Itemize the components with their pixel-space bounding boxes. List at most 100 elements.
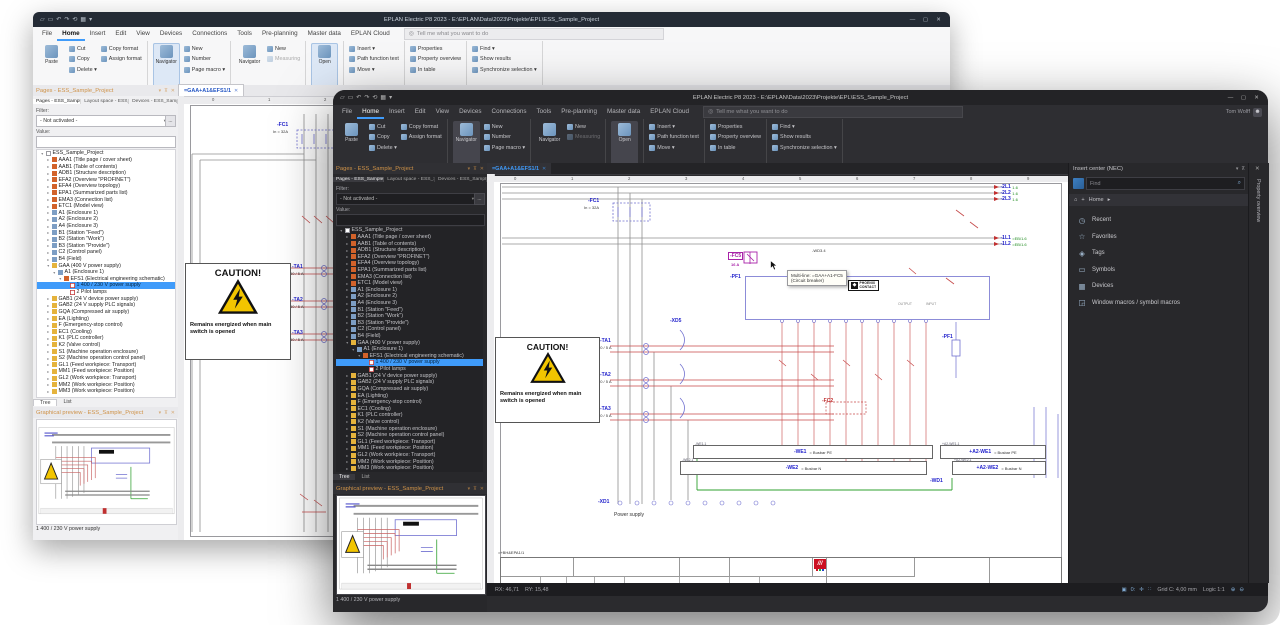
tree-item[interactable]: ▸ K1 (PLC controller) <box>336 412 483 419</box>
tree-item[interactable]: ▸ B3 (Station "Provide") <box>37 243 175 250</box>
save-icon[interactable]: ▭ <box>48 16 54 23</box>
menu-tab[interactable]: Connections <box>187 27 232 41</box>
tree-expander-icon[interactable]: ▸ <box>46 157 51 162</box>
menu-tab[interactable]: Connections <box>487 105 532 119</box>
tree-expander-icon[interactable]: ▸ <box>46 250 51 255</box>
tree-item[interactable]: ▾ EFS1 (Electrical engineering schematic… <box>336 353 483 360</box>
panel-dropdown-icon[interactable]: ▾ <box>159 410 162 416</box>
tree-expander-icon[interactable]: ▸ <box>46 369 51 374</box>
tree-item[interactable]: ▸ ADB1 (Structure description) <box>336 247 483 254</box>
tree-item[interactable]: ▸ S1 (Machine operation enclosure) <box>336 425 483 432</box>
tree-expander-icon[interactable]: ▸ <box>345 327 350 332</box>
ribbon-button-property-overview[interactable]: Property overview <box>410 55 461 65</box>
tree-expander-icon[interactable]: ▸ <box>46 382 51 387</box>
undo-icon[interactable]: ↶ <box>356 94 361 101</box>
tree-expander-icon[interactable]: ▸ <box>345 419 350 424</box>
tree-expander-icon[interactable]: ▸ <box>46 309 51 314</box>
ribbon-button-navigator[interactable]: Navigator <box>536 121 563 164</box>
insert-center-search-input[interactable]: Find ⌕ <box>1086 177 1245 190</box>
tree-item[interactable]: ▸ ADB1 (Structure description) <box>37 170 175 177</box>
tree-expander-icon[interactable]: ▸ <box>46 243 51 248</box>
ribbon-button-copy[interactable]: Copy <box>369 133 397 143</box>
pages-panel-header[interactable]: Pages - ESS_Sample_Project ▾⊼✕ <box>333 163 487 174</box>
tree-item[interactable]: ▸ B1 (Station "Feed") <box>37 229 175 236</box>
tree-expander-icon[interactable]: ▸ <box>345 426 350 431</box>
ribbon-button-insert[interactable]: Insert ▾ <box>649 122 699 132</box>
tree-item[interactable]: ▸ GL1 (Feed workpiece: Transport) <box>336 439 483 446</box>
insert-symbol-icon[interactable]: ▦ <box>80 16 86 23</box>
tree-expander-icon[interactable]: ▾ <box>339 228 344 233</box>
ribbon-button-delete[interactable]: Delete ▾ <box>369 143 397 153</box>
menu-tab[interactable]: Pre-planning <box>556 105 602 119</box>
tree-item[interactable]: ▸ B4 (Field) <box>336 333 483 340</box>
dock-tab[interactable]: Devices - ESS_Sample_... <box>435 177 487 182</box>
tree-item[interactable]: 2 Pilot lamps <box>37 289 175 296</box>
ribbon-button-measuring[interactable]: Measuring <box>567 133 600 143</box>
tree-expander-icon[interactable]: ▸ <box>345 459 350 464</box>
tree-expander-icon[interactable]: ▸ <box>46 362 51 367</box>
tree-expander-icon[interactable]: ▸ <box>46 230 51 235</box>
maximize-icon[interactable]: ▢ <box>919 17 932 23</box>
coordinates-icon[interactable]: ✛ <box>1139 587 1144 593</box>
tree-item[interactable]: ▸ A2 (Enclosure 2) <box>336 293 483 300</box>
dock-tab[interactable]: Layout space - ESS_Sa... <box>81 99 129 104</box>
tree-expander-icon[interactable]: ▸ <box>345 241 350 246</box>
menu-tab[interactable]: Tools <box>232 27 257 41</box>
tree-item[interactable]: ▸ GAB1 (24 V device power supply) <box>37 295 175 302</box>
panel-pin-icon[interactable]: ⊼ <box>164 88 168 94</box>
panel-pin-icon[interactable]: ⊼ <box>164 410 168 416</box>
tree-expander-icon[interactable]: ▸ <box>46 177 51 182</box>
value-input[interactable] <box>36 136 176 148</box>
panel-pin-icon[interactable]: ⊼ <box>473 486 477 492</box>
ribbon-button-delete[interactable]: Delete ▾ <box>69 65 97 75</box>
tree-expander-icon[interactable]: ▸ <box>345 281 350 286</box>
tree-item[interactable]: ▸ AAA1 (Title page / cover sheet) <box>37 157 175 164</box>
ribbon-button-new[interactable]: New <box>484 122 525 132</box>
ribbon-button-in-table[interactable]: In table <box>410 65 461 75</box>
tree-expander-icon[interactable]: ▸ <box>345 433 350 438</box>
ribbon-button-copy-format[interactable]: Copy format <box>101 44 142 54</box>
tree-item[interactable]: ▸ MM2 (Work workpiece: Position) <box>37 381 175 388</box>
tab-close-icon[interactable]: ✕ <box>234 88 238 94</box>
add-icon[interactable]: + <box>1081 197 1084 203</box>
tree-expander-icon[interactable]: ▸ <box>46 237 51 242</box>
tree-item[interactable]: ▸ GQA (Compressed air supply) <box>37 309 175 316</box>
panel-close-icon[interactable]: ✕ <box>480 166 484 172</box>
schematic-canvas-front[interactable]: ◆ PHOENIXCONTACT -2L1 1.6 -2L2 <box>494 182 1068 583</box>
tell-me-search[interactable]: ◎ Tell me what you want to do <box>703 106 963 118</box>
ribbon-button-move[interactable]: Move ▾ <box>649 143 699 153</box>
insert-center-item[interactable]: ◲ Window macros / symbol macros <box>1069 295 1249 312</box>
menu-tab[interactable]: View <box>131 27 155 41</box>
tree-item[interactable]: ▸ EA (Lighting) <box>37 315 175 322</box>
menu-tab[interactable]: Insert <box>384 105 410 119</box>
ribbon-button-cut[interactable]: Cut <box>369 122 397 132</box>
panel-dropdown-icon[interactable]: ▾ <box>1236 166 1239 172</box>
menu-tab[interactable]: View <box>431 105 455 119</box>
tree-item[interactable]: ▾ GAA (400 V power supply) <box>336 339 483 346</box>
ribbon-button-number[interactable]: Number <box>184 55 225 65</box>
property-overview-tab[interactable]: Property overview <box>1255 179 1261 222</box>
ribbon-button-number[interactable]: Number <box>484 133 525 143</box>
ribbon-button-path-function-text[interactable]: Path function text <box>649 133 699 143</box>
tree-item[interactable]: ▸ MM1 (Feed workpiece: Position) <box>336 445 483 452</box>
tree-expander-icon[interactable]: ▸ <box>345 274 350 279</box>
panel-dropdown-icon[interactable]: ▾ <box>468 166 471 172</box>
menu-tab[interactable]: Home <box>57 27 85 41</box>
tree-expander-icon[interactable]: ▸ <box>46 349 51 354</box>
value-input[interactable] <box>336 214 485 226</box>
tab-close-icon[interactable]: ✕ <box>542 166 546 172</box>
insert-center-item[interactable]: ◷ Recent <box>1069 212 1249 229</box>
ribbon-button-insert[interactable]: Insert ▾ <box>349 44 399 54</box>
tree-item[interactable]: ▸ GAB2 (24 V supply PLC signals) <box>37 302 175 309</box>
tree-item[interactable]: ▸ K2 (Valve control) <box>336 419 483 426</box>
tree-expander-icon[interactable]: ▸ <box>46 336 51 341</box>
tree-item[interactable]: ▸ EA (Lighting) <box>336 392 483 399</box>
panel-pin-icon[interactable]: ⊼ <box>1241 166 1245 172</box>
menu-tab[interactable]: EPLAN Cloud <box>346 27 395 41</box>
tree-expander-icon[interactable]: ▸ <box>345 413 350 418</box>
ribbon-button-new[interactable]: New <box>267 44 300 54</box>
tree-expander-icon[interactable]: ▸ <box>46 342 51 347</box>
insert-center-item[interactable]: ▭ Symbols <box>1069 262 1249 279</box>
tree-expander-icon[interactable]: ▸ <box>345 446 350 451</box>
tree-expander-icon[interactable]: ▸ <box>345 248 350 253</box>
